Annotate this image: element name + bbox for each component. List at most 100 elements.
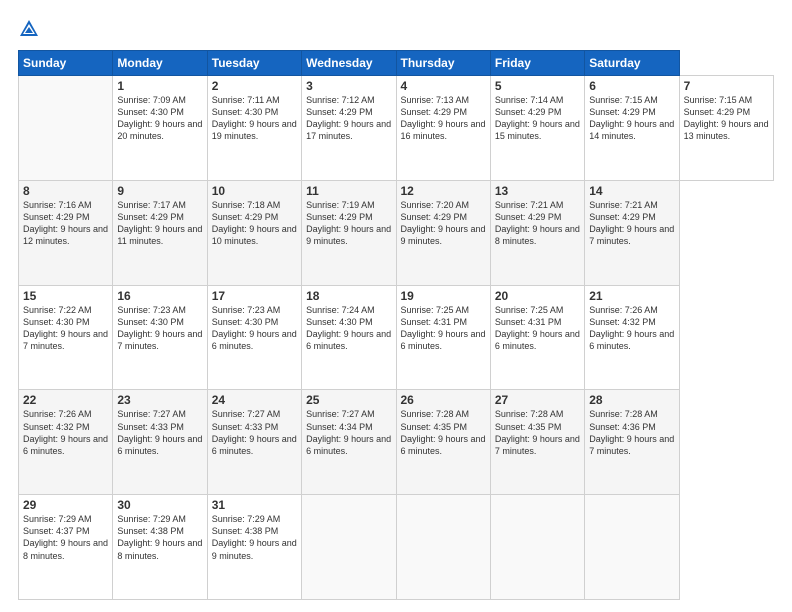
day-content: Sunrise: 7:27 AMSunset: 4:33 PMDaylight:… bbox=[117, 408, 202, 457]
table-row: 7Sunrise: 7:15 AMSunset: 4:29 PMDaylight… bbox=[679, 76, 773, 181]
table-row: 21Sunrise: 7:26 AMSunset: 4:32 PMDayligh… bbox=[585, 285, 679, 390]
table-row: 2Sunrise: 7:11 AMSunset: 4:30 PMDaylight… bbox=[207, 76, 301, 181]
day-content: Sunrise: 7:28 AMSunset: 4:35 PMDaylight:… bbox=[495, 408, 580, 457]
table-row: 20Sunrise: 7:25 AMSunset: 4:31 PMDayligh… bbox=[490, 285, 584, 390]
table-row: 27Sunrise: 7:28 AMSunset: 4:35 PMDayligh… bbox=[490, 390, 584, 495]
table-row: 17Sunrise: 7:23 AMSunset: 4:30 PMDayligh… bbox=[207, 285, 301, 390]
day-content: Sunrise: 7:29 AMSunset: 4:38 PMDaylight:… bbox=[212, 513, 297, 562]
day-content: Sunrise: 7:17 AMSunset: 4:29 PMDaylight:… bbox=[117, 199, 202, 248]
day-content: Sunrise: 7:15 AMSunset: 4:29 PMDaylight:… bbox=[589, 94, 674, 143]
day-number: 22 bbox=[23, 393, 108, 407]
table-row bbox=[585, 495, 679, 600]
day-content: Sunrise: 7:13 AMSunset: 4:29 PMDaylight:… bbox=[401, 94, 486, 143]
day-content: Sunrise: 7:14 AMSunset: 4:29 PMDaylight:… bbox=[495, 94, 580, 143]
table-row: 23Sunrise: 7:27 AMSunset: 4:33 PMDayligh… bbox=[113, 390, 207, 495]
day-number: 5 bbox=[495, 79, 580, 93]
day-content: Sunrise: 7:25 AMSunset: 4:31 PMDaylight:… bbox=[495, 304, 580, 353]
day-content: Sunrise: 7:26 AMSunset: 4:32 PMDaylight:… bbox=[589, 304, 674, 353]
day-number: 6 bbox=[589, 79, 674, 93]
day-content: Sunrise: 7:18 AMSunset: 4:29 PMDaylight:… bbox=[212, 199, 297, 248]
column-header-thursday: Thursday bbox=[396, 51, 490, 76]
day-number: 18 bbox=[306, 289, 391, 303]
day-number: 26 bbox=[401, 393, 486, 407]
day-content: Sunrise: 7:28 AMSunset: 4:35 PMDaylight:… bbox=[401, 408, 486, 457]
day-content: Sunrise: 7:29 AMSunset: 4:37 PMDaylight:… bbox=[23, 513, 108, 562]
day-number: 13 bbox=[495, 184, 580, 198]
table-row: 8Sunrise: 7:16 AMSunset: 4:29 PMDaylight… bbox=[19, 180, 113, 285]
day-content: Sunrise: 7:19 AMSunset: 4:29 PMDaylight:… bbox=[306, 199, 391, 248]
table-row: 29Sunrise: 7:29 AMSunset: 4:37 PMDayligh… bbox=[19, 495, 113, 600]
table-row: 12Sunrise: 7:20 AMSunset: 4:29 PMDayligh… bbox=[396, 180, 490, 285]
day-content: Sunrise: 7:11 AMSunset: 4:30 PMDaylight:… bbox=[212, 94, 297, 143]
day-number: 15 bbox=[23, 289, 108, 303]
table-row: 19Sunrise: 7:25 AMSunset: 4:31 PMDayligh… bbox=[396, 285, 490, 390]
table-row: 3Sunrise: 7:12 AMSunset: 4:29 PMDaylight… bbox=[302, 76, 396, 181]
day-content: Sunrise: 7:23 AMSunset: 4:30 PMDaylight:… bbox=[212, 304, 297, 353]
table-row: 26Sunrise: 7:28 AMSunset: 4:35 PMDayligh… bbox=[396, 390, 490, 495]
day-content: Sunrise: 7:26 AMSunset: 4:32 PMDaylight:… bbox=[23, 408, 108, 457]
table-row: 11Sunrise: 7:19 AMSunset: 4:29 PMDayligh… bbox=[302, 180, 396, 285]
table-row: 31Sunrise: 7:29 AMSunset: 4:38 PMDayligh… bbox=[207, 495, 301, 600]
day-content: Sunrise: 7:12 AMSunset: 4:29 PMDaylight:… bbox=[306, 94, 391, 143]
table-row bbox=[396, 495, 490, 600]
day-number: 12 bbox=[401, 184, 486, 198]
day-number: 2 bbox=[212, 79, 297, 93]
day-content: Sunrise: 7:25 AMSunset: 4:31 PMDaylight:… bbox=[401, 304, 486, 353]
day-content: Sunrise: 7:29 AMSunset: 4:38 PMDaylight:… bbox=[117, 513, 202, 562]
calendar-table: SundayMondayTuesdayWednesdayThursdayFrid… bbox=[18, 50, 774, 600]
table-row bbox=[302, 495, 396, 600]
table-row: 16Sunrise: 7:23 AMSunset: 4:30 PMDayligh… bbox=[113, 285, 207, 390]
day-content: Sunrise: 7:21 AMSunset: 4:29 PMDaylight:… bbox=[495, 199, 580, 248]
table-row: 25Sunrise: 7:27 AMSunset: 4:34 PMDayligh… bbox=[302, 390, 396, 495]
day-number: 1 bbox=[117, 79, 202, 93]
day-content: Sunrise: 7:23 AMSunset: 4:30 PMDaylight:… bbox=[117, 304, 202, 353]
table-row: 5Sunrise: 7:14 AMSunset: 4:29 PMDaylight… bbox=[490, 76, 584, 181]
day-content: Sunrise: 7:15 AMSunset: 4:29 PMDaylight:… bbox=[684, 94, 769, 143]
empty-cell bbox=[19, 76, 113, 181]
logo-icon bbox=[18, 18, 40, 40]
day-number: 3 bbox=[306, 79, 391, 93]
day-number: 29 bbox=[23, 498, 108, 512]
table-row: 24Sunrise: 7:27 AMSunset: 4:33 PMDayligh… bbox=[207, 390, 301, 495]
day-number: 16 bbox=[117, 289, 202, 303]
day-content: Sunrise: 7:16 AMSunset: 4:29 PMDaylight:… bbox=[23, 199, 108, 248]
day-content: Sunrise: 7:22 AMSunset: 4:30 PMDaylight:… bbox=[23, 304, 108, 353]
day-content: Sunrise: 7:27 AMSunset: 4:33 PMDaylight:… bbox=[212, 408, 297, 457]
table-row: 6Sunrise: 7:15 AMSunset: 4:29 PMDaylight… bbox=[585, 76, 679, 181]
day-number: 4 bbox=[401, 79, 486, 93]
table-row: 15Sunrise: 7:22 AMSunset: 4:30 PMDayligh… bbox=[19, 285, 113, 390]
day-number: 20 bbox=[495, 289, 580, 303]
day-content: Sunrise: 7:27 AMSunset: 4:34 PMDaylight:… bbox=[306, 408, 391, 457]
table-row: 9Sunrise: 7:17 AMSunset: 4:29 PMDaylight… bbox=[113, 180, 207, 285]
day-number: 24 bbox=[212, 393, 297, 407]
column-header-tuesday: Tuesday bbox=[207, 51, 301, 76]
column-header-sunday: Sunday bbox=[19, 51, 113, 76]
day-number: 27 bbox=[495, 393, 580, 407]
day-content: Sunrise: 7:20 AMSunset: 4:29 PMDaylight:… bbox=[401, 199, 486, 248]
logo bbox=[18, 18, 42, 40]
day-content: Sunrise: 7:09 AMSunset: 4:30 PMDaylight:… bbox=[117, 94, 202, 143]
table-row bbox=[490, 495, 584, 600]
header bbox=[18, 18, 774, 40]
column-header-wednesday: Wednesday bbox=[302, 51, 396, 76]
day-number: 11 bbox=[306, 184, 391, 198]
column-header-saturday: Saturday bbox=[585, 51, 679, 76]
day-number: 14 bbox=[589, 184, 674, 198]
column-header-monday: Monday bbox=[113, 51, 207, 76]
table-row: 28Sunrise: 7:28 AMSunset: 4:36 PMDayligh… bbox=[585, 390, 679, 495]
table-row: 4Sunrise: 7:13 AMSunset: 4:29 PMDaylight… bbox=[396, 76, 490, 181]
day-content: Sunrise: 7:24 AMSunset: 4:30 PMDaylight:… bbox=[306, 304, 391, 353]
day-content: Sunrise: 7:21 AMSunset: 4:29 PMDaylight:… bbox=[589, 199, 674, 248]
day-number: 28 bbox=[589, 393, 674, 407]
column-header-friday: Friday bbox=[490, 51, 584, 76]
day-number: 21 bbox=[589, 289, 674, 303]
table-row: 22Sunrise: 7:26 AMSunset: 4:32 PMDayligh… bbox=[19, 390, 113, 495]
table-row: 10Sunrise: 7:18 AMSunset: 4:29 PMDayligh… bbox=[207, 180, 301, 285]
day-number: 17 bbox=[212, 289, 297, 303]
table-row: 30Sunrise: 7:29 AMSunset: 4:38 PMDayligh… bbox=[113, 495, 207, 600]
day-number: 8 bbox=[23, 184, 108, 198]
day-number: 25 bbox=[306, 393, 391, 407]
day-number: 10 bbox=[212, 184, 297, 198]
day-number: 23 bbox=[117, 393, 202, 407]
table-row: 13Sunrise: 7:21 AMSunset: 4:29 PMDayligh… bbox=[490, 180, 584, 285]
